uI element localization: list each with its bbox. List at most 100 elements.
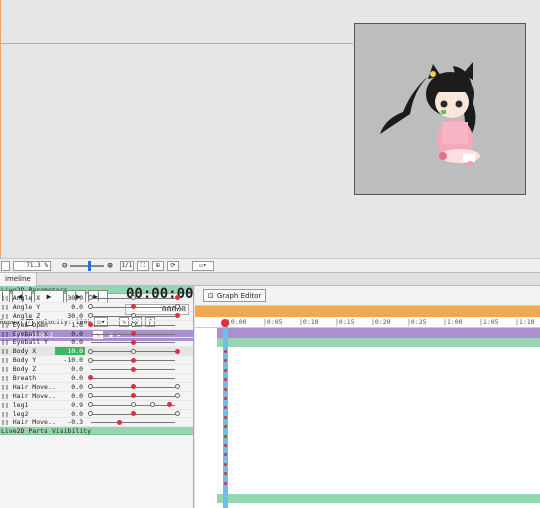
- current-value-marker[interactable]: [174, 348, 180, 354]
- parameter-value[interactable]: 0.0: [55, 392, 85, 400]
- keyform-dot[interactable]: [88, 295, 94, 301]
- frame-icon[interactable]: ⊞: [151, 260, 164, 271]
- graph-editor-button[interactable]: ⊡ Graph Editor: [203, 289, 267, 302]
- zoom-ratio-button[interactable]: 1/1: [119, 260, 134, 271]
- parameter-value[interactable]: 0.0: [55, 338, 85, 346]
- keyform-dot[interactable]: [174, 384, 180, 390]
- current-value-marker[interactable]: [174, 295, 180, 301]
- current-value-marker[interactable]: [167, 402, 173, 408]
- parameter-slider[interactable]: [88, 303, 180, 311]
- zoom-slider[interactable]: [70, 260, 105, 271]
- parameter-slider[interactable]: [88, 401, 177, 409]
- rotate-icon[interactable]: ⟳: [166, 260, 179, 271]
- zoom-slider-thumb[interactable]: [88, 260, 92, 271]
- parameter-slider[interactable]: [89, 365, 177, 373]
- keyframe-marker[interactable]: [224, 387, 227, 391]
- parameter-slider[interactable]: [88, 347, 180, 355]
- parameter-slider[interactable]: [88, 356, 177, 364]
- current-value-marker[interactable]: [130, 339, 136, 345]
- parameter-row[interactable]: ▯▯ Angle Y 0.0: [0, 303, 193, 312]
- keyform-dot[interactable]: [149, 402, 155, 408]
- keyframe-marker[interactable]: [224, 368, 227, 372]
- parameter-row[interactable]: ▯▯ leg2 0.0: [0, 410, 193, 419]
- fit-icon[interactable]: ⛶: [136, 260, 149, 271]
- group-parts-visibility[interactable]: Live2D Parts Visibility: [0, 427, 193, 436]
- tab-timeline[interactable]: imeline: [0, 272, 37, 286]
- keyform-dot[interactable]: [130, 313, 136, 319]
- keyframe-marker[interactable]: [224, 397, 227, 400]
- parameter-row[interactable]: ▯▯ Eyeball X 0.0: [0, 330, 193, 339]
- current-value-marker[interactable]: [130, 357, 136, 363]
- keyform-dot[interactable]: [88, 384, 94, 390]
- zoom-field[interactable]: 71.3 %: [13, 260, 51, 271]
- keyform-dot[interactable]: [88, 357, 94, 363]
- keyform-dot[interactable]: [130, 322, 136, 328]
- keyform-dot[interactable]: [174, 393, 180, 399]
- parameter-row[interactable]: ▯▯ EyeL Open 1.0: [0, 321, 193, 330]
- canvas-area[interactable]: [0, 0, 540, 258]
- parameter-value[interactable]: 10.0: [55, 347, 85, 356]
- parameter-slider[interactable]: [88, 374, 177, 382]
- character-preview[interactable]: [354, 23, 526, 195]
- parameter-value[interactable]: 0.0: [55, 374, 85, 382]
- current-value-marker[interactable]: [130, 331, 136, 337]
- keyform-dot[interactable]: [88, 313, 94, 319]
- parameter-row[interactable]: ▯▯ Angle X 30.0: [0, 294, 193, 303]
- current-value-marker[interactable]: [130, 393, 136, 399]
- parameter-value[interactable]: 30.0: [55, 312, 85, 320]
- zoom-out-icon[interactable]: ⊖: [62, 261, 67, 271]
- keyframe-marker[interactable]: [224, 462, 227, 466]
- keyform-dot[interactable]: [88, 411, 94, 417]
- parameter-value[interactable]: 0.0: [55, 330, 85, 338]
- current-value-marker[interactable]: [130, 304, 136, 310]
- keyform-dot[interactable]: [130, 348, 136, 354]
- canvas-color-swatch[interactable]: [1, 260, 10, 271]
- parameter-row[interactable]: ▯▯ Eyeball Y 0.0: [0, 338, 193, 348]
- parameter-value[interactable]: 0.0: [55, 365, 85, 373]
- parameter-slider[interactable]: [88, 294, 180, 302]
- parameter-slider[interactable]: [89, 338, 177, 346]
- keyform-dot[interactable]: [88, 402, 94, 408]
- group-track[interactable]: [217, 338, 540, 347]
- parameter-row[interactable]: ▯▯ leg1 0.9: [0, 401, 193, 410]
- parameter-row[interactable]: ▯▯ Body Z 0.0: [0, 365, 193, 375]
- parameter-row[interactable]: ▯▯ Breath 0.0: [0, 374, 193, 383]
- parameter-slider[interactable]: [88, 410, 180, 418]
- keyform-dot[interactable]: [174, 411, 180, 417]
- model-track[interactable]: [217, 328, 540, 338]
- parameter-value[interactable]: 30.0: [55, 294, 85, 302]
- parameter-slider[interactable]: [88, 392, 180, 400]
- keyframe-marker[interactable]: [224, 444, 227, 447]
- keyframe-marker[interactable]: [224, 481, 227, 485]
- time-ruler[interactable]: |0:00 |0:05 |0:10 |0:15 |0:20 |0:25 |1:00 |1:05…: [195, 317, 540, 328]
- keyframe-marker[interactable]: [224, 350, 227, 353]
- current-value-marker[interactable]: [174, 313, 180, 319]
- keyform-dot[interactable]: [88, 393, 94, 399]
- display-toggle-icon[interactable]: ▭▾: [191, 260, 214, 271]
- current-value-marker[interactable]: [130, 411, 136, 417]
- keyframe-marker[interactable]: [224, 415, 227, 419]
- parameter-row[interactable]: ▯▯ Angle Z 30.0: [0, 312, 193, 321]
- parameter-row[interactable]: ▯▯ Body X 10.0: [0, 347, 193, 357]
- keyform-dot[interactable]: [174, 304, 180, 310]
- current-value-marker[interactable]: [130, 366, 136, 372]
- parameter-slider[interactable]: [89, 330, 177, 338]
- current-value-marker[interactable]: [130, 384, 136, 390]
- keyform-dot[interactable]: [130, 295, 136, 301]
- current-value-marker[interactable]: [117, 419, 123, 425]
- parts-group-track[interactable]: [217, 494, 540, 503]
- parameter-value[interactable]: 0.0: [55, 410, 85, 418]
- parameter-value[interactable]: 1.0: [55, 321, 85, 329]
- current-value-marker[interactable]: [88, 322, 94, 328]
- parameter-row[interactable]: ▯▯ Hair Move... -0.3: [0, 418, 193, 428]
- parameter-slider[interactable]: [89, 418, 177, 426]
- parameter-value[interactable]: -0.3: [55, 418, 85, 426]
- parameter-row[interactable]: ▯▯ Body Y -10.0: [0, 356, 193, 366]
- parameter-slider[interactable]: [88, 321, 177, 329]
- keyform-dot[interactable]: [88, 348, 94, 354]
- parameter-slider[interactable]: [88, 383, 180, 391]
- parameter-slider[interactable]: [88, 312, 180, 320]
- keyform-dot[interactable]: [130, 402, 136, 408]
- playhead-handle-icon[interactable]: [221, 319, 229, 327]
- keyframe-marker[interactable]: [224, 434, 227, 438]
